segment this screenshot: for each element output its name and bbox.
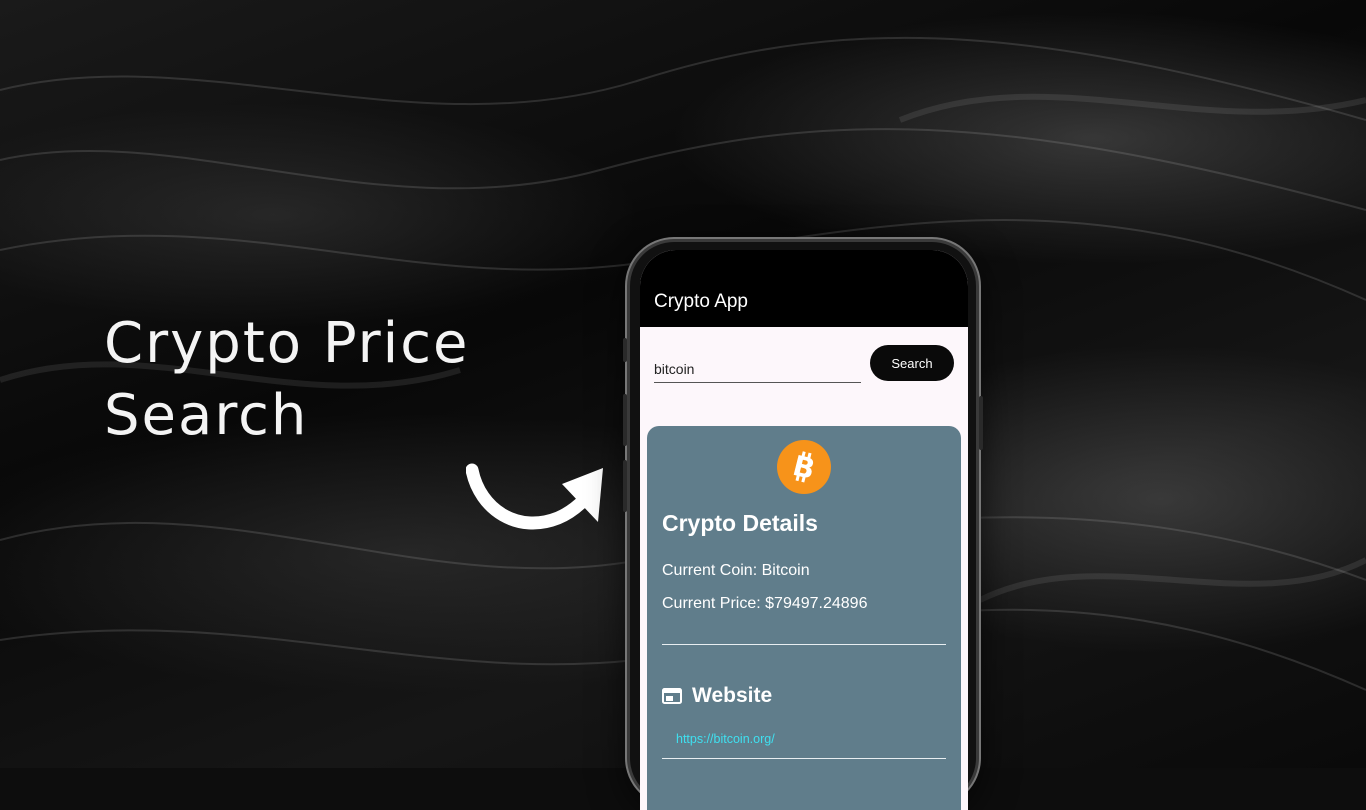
card-title: Crypto Details <box>662 510 818 536</box>
website-link[interactable]: https://bitcoin.org/ <box>676 732 775 746</box>
divider-bottom <box>662 758 946 759</box>
phone-mockup: Crypto App Search B Crypto Details <box>623 242 983 810</box>
search-button[interactable]: Search <box>870 345 954 381</box>
search-input[interactable] <box>654 351 861 383</box>
phone-volume-up-button <box>623 394 627 446</box>
phone-volume-down-button <box>623 460 627 512</box>
app-title: Crypto App <box>654 291 748 312</box>
crypto-details-card: B Crypto Details Current Coin: Bitcoin C… <box>647 426 961 810</box>
current-coin: Current Coin: Bitcoin <box>662 562 810 579</box>
bitcoin-icon: B <box>777 440 831 494</box>
curved-arrow-icon <box>466 463 603 530</box>
headline: Crypto Price Search <box>104 308 469 452</box>
website-title: Website <box>692 684 773 707</box>
divider <box>662 644 946 645</box>
website-heading: Website <box>662 684 772 708</box>
phone-screen: Crypto App Search B Crypto Details <box>640 250 968 810</box>
current-price: Current Price: $79497.24896 <box>662 595 868 612</box>
phone-side-button <box>623 338 627 362</box>
headline-line-2: Search <box>104 383 309 448</box>
headline-line-1: Crypto Price <box>104 311 470 376</box>
phone-power-button <box>979 396 983 450</box>
browser-window-icon <box>662 688 682 704</box>
search-row: Search <box>640 327 968 423</box>
app-bar: Crypto App <box>640 250 968 327</box>
